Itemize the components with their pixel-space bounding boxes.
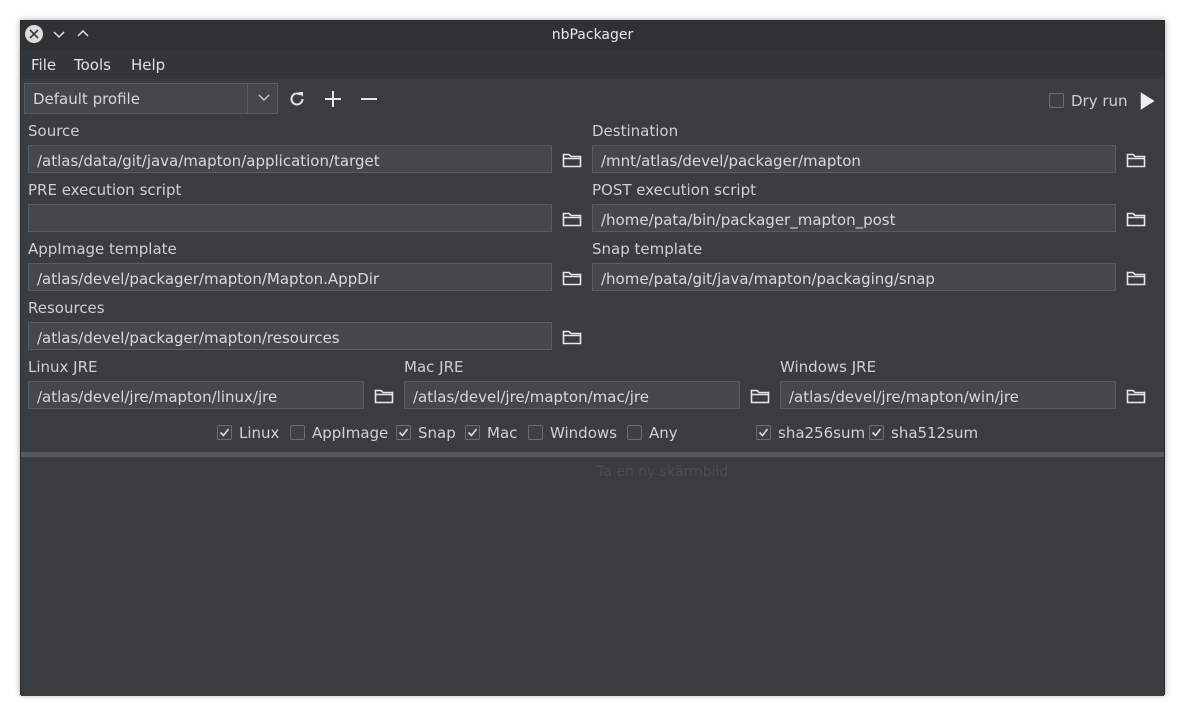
resources-input[interactable]: /atlas/devel/packager/mapton/resources [28, 322, 552, 350]
pre-script-folder-icon[interactable] [562, 211, 582, 227]
checkmark-icon [467, 428, 478, 437]
linux-jre-folder-icon[interactable] [374, 388, 394, 404]
post-script-folder-icon[interactable] [1126, 211, 1146, 227]
remove-profile-icon[interactable] [359, 89, 379, 109]
windows-jre-input[interactable]: /atlas/devel/jre/mapton/win/jre [780, 381, 1116, 409]
dry-run-checkbox[interactable] [1049, 93, 1064, 108]
add-profile-icon[interactable] [323, 89, 343, 109]
checkmark-icon [398, 428, 409, 437]
appimage-template-input[interactable]: /atlas/devel/packager/mapton/Mapton.AppD… [28, 263, 552, 291]
snap-template-label: Snap template [592, 240, 703, 258]
checkmark-icon [758, 428, 769, 437]
destination-folder-icon[interactable] [1126, 152, 1146, 168]
any-checkbox-label: Any [649, 424, 678, 442]
menu-bar: File Tools Help [21, 50, 1164, 80]
mac-jre-label: Mac JRE [404, 358, 464, 376]
sha256sum-checkbox[interactable] [756, 425, 771, 440]
linux-jre-label: Linux JRE [28, 358, 98, 376]
window-title: nbPackager [551, 27, 634, 43]
snap-template-input[interactable]: /home/pata/git/java/mapton/packaging/sna… [592, 263, 1116, 291]
appimage-checkbox-label: AppImage [312, 424, 389, 442]
title-bar: nbPackager [21, 21, 1164, 50]
any-checkbox[interactable] [627, 425, 642, 440]
snap-checkbox[interactable] [396, 425, 411, 440]
resources-label: Resources [28, 299, 105, 317]
source-folder-icon[interactable] [562, 152, 582, 168]
post-script-input[interactable]: /home/pata/bin/packager_mapton_post [592, 204, 1116, 232]
mac-checkbox-label: Mac [487, 424, 518, 442]
checkmark-icon [871, 428, 882, 437]
overlay-text: Ta en ny skärmbild [597, 464, 729, 480]
mac-jre-folder-icon[interactable] [750, 388, 770, 404]
app-window: nbPackager File Tools Help Default profi… [20, 20, 1165, 696]
appimage-checkbox[interactable] [290, 425, 305, 440]
refresh-icon[interactable] [287, 89, 307, 109]
windows-jre-label: Windows JRE [780, 358, 877, 376]
destination-input[interactable]: /mnt/atlas/devel/packager/mapton [592, 145, 1116, 173]
sha256sum-checkbox-label: sha256sum [778, 424, 866, 442]
destination-label: Destination [592, 122, 679, 140]
checkmark-icon [219, 428, 230, 437]
linux-jre-input[interactable]: /atlas/devel/jre/mapton/linux/jre [28, 381, 364, 409]
linux-checkbox[interactable] [217, 425, 232, 440]
run-play-icon[interactable] [1137, 91, 1157, 111]
mac-checkbox[interactable] [465, 425, 480, 440]
windows-jre-folder-icon[interactable] [1126, 388, 1146, 404]
linux-checkbox-label: Linux [239, 424, 280, 442]
settings-panel: Default profile Dry run Source /atlas/da… [21, 79, 1164, 454]
sha512sum-checkbox-label: sha512sum [891, 424, 979, 442]
pre-script-label: PRE execution script [28, 181, 182, 199]
menu-tools[interactable]: Tools [74, 56, 111, 74]
source-input[interactable]: /atlas/data/git/java/mapton/application/… [28, 145, 552, 173]
profile-selector[interactable]: Default profile [24, 83, 278, 114]
appimage-template-label: AppImage template [28, 240, 177, 258]
windows-checkbox[interactable] [528, 425, 543, 440]
combo-divider [247, 84, 248, 113]
chevron-down-icon [258, 94, 270, 101]
sha512sum-checkbox[interactable] [869, 425, 884, 440]
post-script-label: POST execution script [592, 181, 756, 199]
source-label: Source [28, 122, 80, 140]
mac-jre-input[interactable]: /atlas/devel/jre/mapton/mac/jre [404, 381, 740, 409]
menu-file[interactable]: File [31, 56, 56, 74]
dry-run-label: Dry run [1071, 92, 1128, 110]
windows-checkbox-label: Windows [550, 424, 617, 442]
appimage-folder-icon[interactable] [562, 270, 582, 286]
resources-folder-icon[interactable] [562, 329, 582, 345]
menu-help[interactable]: Help [131, 56, 165, 74]
pre-script-input[interactable] [28, 204, 552, 232]
output-panel: Ta en ny skärmbild [21, 457, 1164, 696]
profile-selector-value: Default profile [33, 90, 140, 108]
snap-folder-icon[interactable] [1126, 270, 1146, 286]
snap-checkbox-label: Snap [418, 424, 456, 442]
